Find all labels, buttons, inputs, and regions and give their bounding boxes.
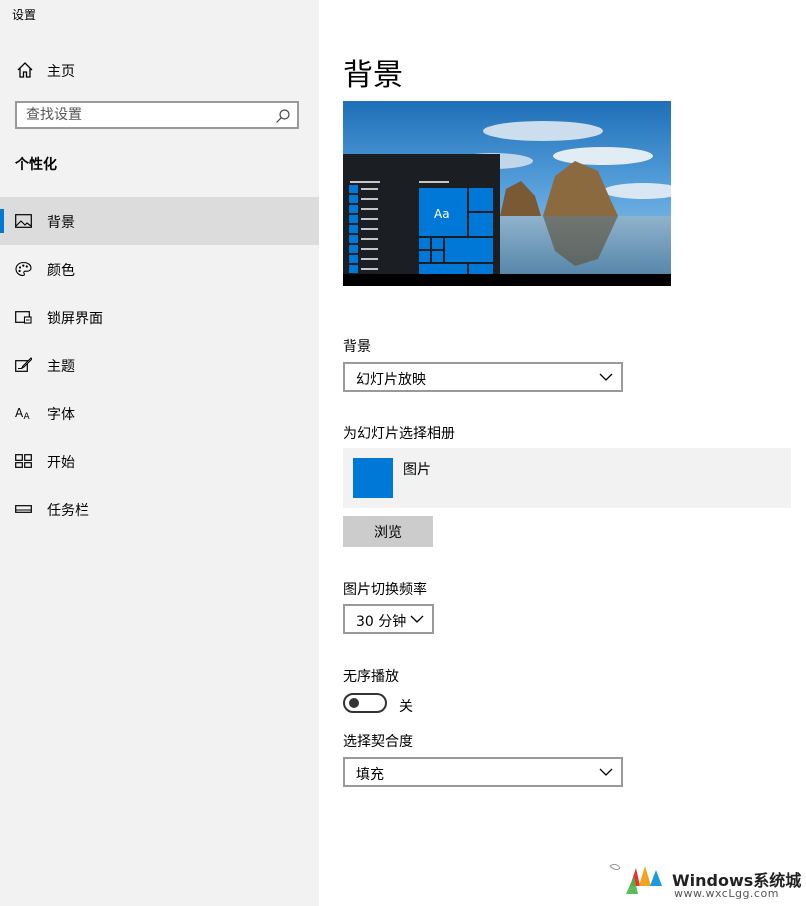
watermark-url: www.wxcLgg.com	[674, 887, 779, 900]
shuffle-toggle[interactable]	[343, 693, 387, 713]
sidebar-item-label: 主题	[47, 359, 75, 375]
chevron-down-icon	[599, 768, 613, 776]
shuffle-label: 无序播放	[343, 669, 399, 685]
album-name: 图片	[403, 462, 431, 478]
palette-icon	[15, 261, 32, 277]
nav-home[interactable]: 主页	[0, 56, 319, 84]
lock-screen-icon	[15, 311, 32, 324]
sidebar-item-label: 字体	[47, 407, 75, 423]
sidebar-item-themes[interactable]: 主题	[0, 341, 319, 389]
album-label: 为幻灯片选择相册	[343, 426, 455, 442]
search-icon[interactable]	[275, 108, 291, 124]
chevron-down-icon	[410, 615, 424, 623]
background-dropdown-value: 幻灯片放映	[356, 372, 426, 388]
sidebar-item-start[interactable]: 开始	[0, 437, 319, 485]
page-title: 背景	[343, 58, 403, 93]
sidebar-item-lock-screen[interactable]: 锁屏界面	[0, 293, 319, 341]
browse-button[interactable]: 浏览	[343, 516, 433, 547]
background-dropdown[interactable]: 幻灯片放映	[343, 362, 623, 392]
toggle-knob	[349, 698, 359, 708]
main-content: 背景 Aa 背景 幻灯片放映 为幻灯片选择相册 图片 浏览 图片切换频率 30 …	[319, 0, 806, 906]
sidebar-item-label: 任务栏	[47, 503, 89, 519]
watermark-logo-icon	[609, 863, 662, 894]
sidebar: 设置 主页 个性化 背景 颜色	[0, 0, 319, 906]
app-title: 设置	[12, 8, 37, 22]
interval-dropdown-value: 30 分钟	[356, 614, 407, 630]
album-thumbnail	[353, 458, 393, 498]
background-preview: Aa	[343, 101, 671, 286]
theme-brush-icon	[15, 357, 32, 372]
home-icon	[17, 62, 33, 78]
fit-label: 选择契合度	[343, 734, 413, 750]
background-label: 背景	[343, 339, 371, 355]
interval-dropdown[interactable]: 30 分钟	[343, 604, 434, 634]
sidebar-item-taskbar[interactable]: 任务栏	[0, 485, 319, 533]
taskbar-icon	[15, 505, 32, 513]
preview-tile-text: Aa	[434, 207, 450, 221]
interval-label: 图片切换频率	[343, 582, 427, 598]
sidebar-item-label: 背景	[47, 215, 75, 231]
sidebar-item-colors[interactable]: 颜色	[0, 245, 319, 293]
selection-indicator	[0, 209, 4, 233]
sidebar-item-label: 开始	[47, 455, 75, 471]
nav-home-label: 主页	[47, 64, 75, 80]
sidebar-item-background[interactable]: 背景	[0, 197, 319, 245]
picture-icon	[15, 214, 32, 228]
fit-dropdown-value: 填充	[356, 767, 384, 783]
watermark: Windows系统城 www.wxcLgg.com	[608, 860, 806, 906]
sidebar-item-fonts[interactable]: A A 字体	[0, 389, 319, 437]
search-input[interactable]	[26, 106, 266, 124]
shuffle-state: 关	[399, 699, 413, 715]
album-card[interactable]: 图片	[343, 448, 791, 508]
sidebar-item-label: 颜色	[47, 263, 75, 279]
fit-dropdown[interactable]: 填充	[343, 757, 623, 787]
sidebar-item-label: 锁屏界面	[47, 311, 103, 327]
font-icon: A A	[15, 406, 31, 421]
start-icon	[15, 454, 32, 468]
chevron-down-icon	[599, 373, 613, 381]
search-box[interactable]	[15, 101, 299, 129]
section-title: 个性化	[15, 157, 57, 173]
svg-text:A: A	[24, 412, 31, 421]
